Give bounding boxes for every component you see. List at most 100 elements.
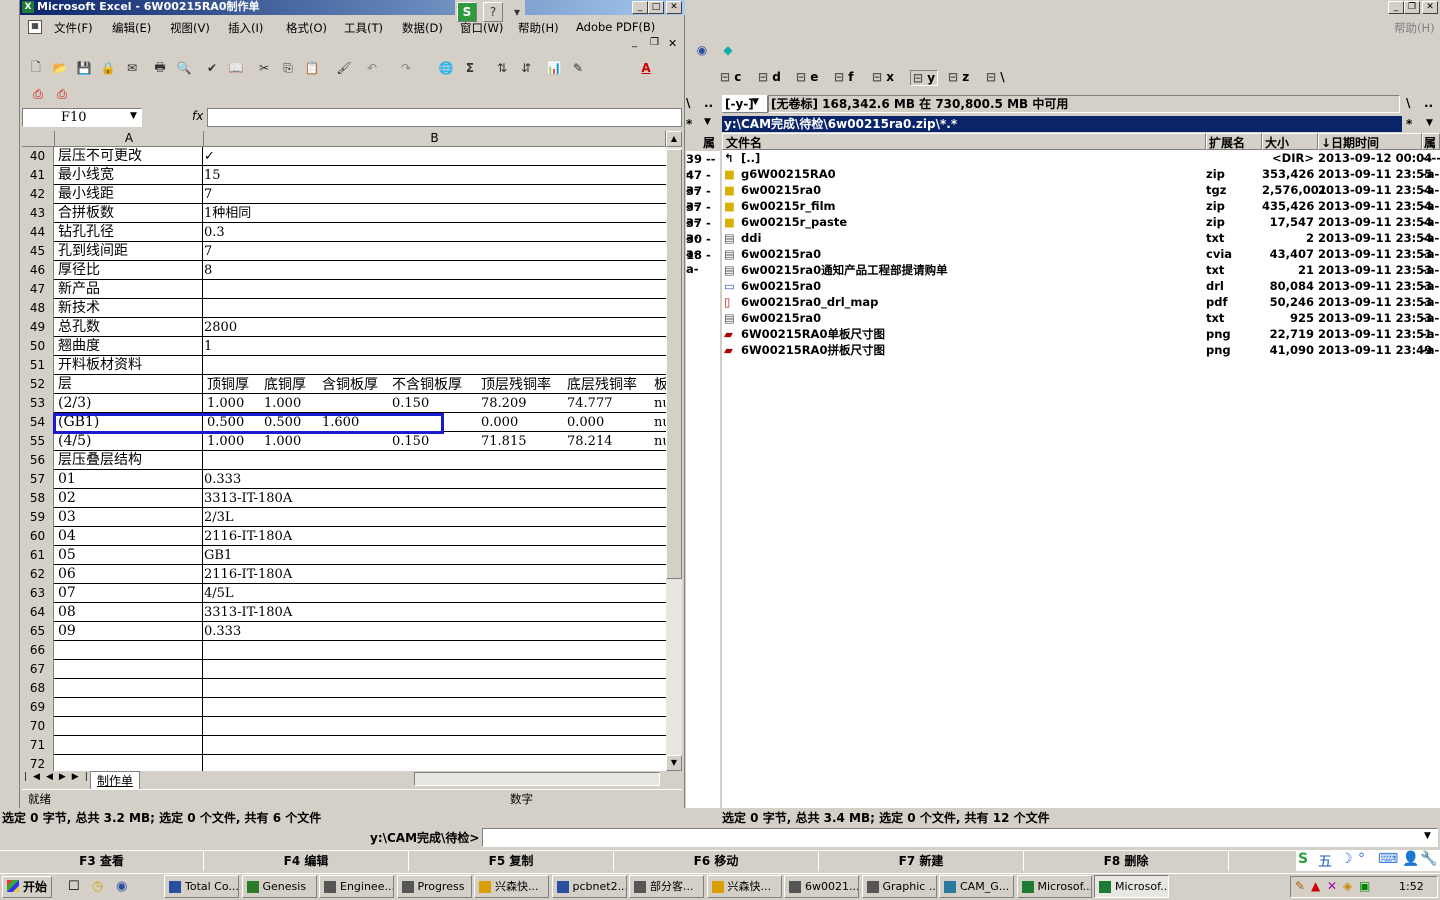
taskbar-button[interactable]: 兴森快... [706,875,782,898]
drive-button[interactable]: ⊟ e [796,70,818,84]
scroll-thumb[interactable] [666,149,682,579]
cell-b[interactable]: GB1 [204,546,666,565]
row-number[interactable]: 65 [22,622,54,641]
file-row[interactable]: ▤ 6w00215ra0通知产品工程部提请购单 txt 21 2013-09-11 23… [722,262,1440,278]
file-row[interactable]: ■ 6w00215r_film zip 435,426 2013-09-11 23:54… [722,198,1440,214]
minimize-button[interactable]: _ [632,1,648,14]
taskbar-button[interactable]: pcbnet2... [551,875,627,898]
cell-a[interactable] [55,679,203,698]
file-row[interactable]: ▰ 6W00215RA0拼板尺寸图 png 41,090 2013-09-11 23:4… [722,342,1440,358]
punct-icon[interactable]: ° [1358,851,1365,867]
cell-a[interactable]: 翘曲度 [55,337,203,356]
cell-a[interactable]: 07 [55,584,203,603]
select-all-corner[interactable] [22,131,55,147]
cell-b[interactable] [204,356,666,375]
left-root-button[interactable]: \ [686,96,690,110]
menu-data[interactable]: 数据(D) [402,20,443,36]
eraser-icon[interactable]: ◆ [718,40,738,60]
row-number[interactable]: 67 [22,660,54,679]
file-row[interactable]: ■ 6w00215r_paste zip 17,547 2013-09-11 23:54… [722,214,1440,230]
pdf-convert-icon[interactable]: ⎙ [28,84,48,104]
left-star[interactable]: * [686,117,692,131]
row-number[interactable]: 71 [22,736,54,755]
cell-b[interactable]: ✓ [204,147,666,166]
tray-network-icon[interactable]: ▣ [1359,879,1370,893]
tray-pen-icon[interactable]: ✎ [1295,879,1305,893]
show-desktop-icon[interactable]: ☐ [68,879,80,894]
row-number[interactable]: 40 [22,147,54,166]
row-number[interactable]: 68 [22,679,54,698]
file-row[interactable]: ▭ 6w00215ra0 drl 80,084 2013-09-11 23:53 -a- [722,278,1440,294]
cell-a[interactable]: 08 [55,603,203,622]
copy-icon[interactable]: ⎘ [278,58,298,78]
cell-a[interactable]: 总孔数 [55,318,203,337]
current-path[interactable]: y:\CAM完成\待检\6w00215ra0.zip\*.* [722,116,1402,132]
cell-b[interactable]: 7 [204,185,666,204]
tc-help-menu[interactable]: 帮助(H) [1394,20,1435,36]
cell-a[interactable]: 新技术 [55,299,203,318]
taskbar-button[interactable]: CAM_G... [939,875,1014,898]
cell-a[interactable]: 05 [55,546,203,565]
row-number[interactable]: 70 [22,717,54,736]
cell-b[interactable]: 4/5L [204,584,666,603]
cell-a[interactable] [55,641,203,660]
vertical-scrollbar[interactable]: ▲ ▼ [666,131,682,771]
tray-x-icon[interactable]: ✕ [1327,879,1337,893]
row-number[interactable]: 50 [22,337,54,356]
horizontal-scrollbar[interactable] [414,772,660,786]
name-box[interactable]: F10 [22,108,142,127]
cell-a[interactable]: 02 [55,489,203,508]
cell-a[interactable]: 层 [55,375,203,394]
cell-a[interactable]: 最小线距 [55,185,203,204]
row-number[interactable]: 51 [22,356,54,375]
taskbar-button[interactable]: Microsof... [1016,875,1092,898]
row-number[interactable]: 54 [22,413,54,432]
cell-b[interactable]: 0.3 [204,223,666,242]
cell-b[interactable]: 2116-IT-180A [204,527,666,546]
drive-button[interactable]: ⊟ z [948,70,969,84]
open-icon[interactable]: 📂 [50,58,70,78]
cell-a[interactable]: 最小线宽 [55,166,203,185]
taskbar-button[interactable]: 兴森快... [474,875,549,898]
file-row[interactable]: ▯ 6w00215ra0_drl_map pdf 50,246 2013-09-11 2… [722,294,1440,310]
cell-a[interactable]: 03 [55,508,203,527]
row-number[interactable]: 52 [22,375,54,394]
cell-b[interactable] [204,679,666,698]
cell-a[interactable]: 钻孔孔径 [55,223,203,242]
cell-a[interactable]: 06 [55,565,203,584]
command-dropdown-icon[interactable]: ▼ [1424,831,1431,841]
file-row[interactable]: ▤ 6w00215ra0 cvia 43,407 2013-09-11 23:53 -a- [722,246,1440,262]
doc-minimize-button[interactable]: _ [632,37,637,48]
sort-descending-icon[interactable]: ⇵ [516,58,536,78]
row-number[interactable]: 56 [22,451,54,470]
clock-app-icon[interactable]: ◷ [92,879,103,894]
permission-icon[interactable]: 🔒 [98,58,118,78]
cell-a[interactable]: (2/3) [55,394,203,413]
path-star[interactable]: * [1406,117,1412,131]
sort-ascending-icon[interactable]: ⇅ [492,58,512,78]
root-button[interactable]: \ [1406,96,1410,110]
redo-icon[interactable]: ↷ [396,58,416,78]
tc-close-button[interactable]: ✕ [1422,1,1438,14]
row-number[interactable]: 57 [22,470,54,489]
cell-a[interactable]: 01 [55,470,203,489]
cell-b[interactable]: 1.000 1.000 0.150 78.209 74.777 nu [204,394,666,413]
row-number[interactable]: 53 [22,394,54,413]
taskbar-button[interactable]: Progress [396,875,472,898]
research-icon[interactable]: 📖 [226,58,246,78]
cell-b[interactable]: 8 [204,261,666,280]
tray-triangle-icon[interactable]: ▲ [1311,879,1320,893]
path-history-icon[interactable]: ▼ [1426,118,1433,128]
cell-b[interactable]: 2116-IT-180A [204,565,666,584]
drive-select[interactable]: [-y-] [722,95,768,113]
row-number[interactable]: 46 [22,261,54,280]
row-number[interactable]: 44 [22,223,54,242]
menu-tools[interactable]: 工具(T) [344,20,383,36]
col-header-ext[interactable]: 扩展名 [1206,133,1262,150]
row-number[interactable]: 49 [22,318,54,337]
cell-b[interactable] [204,641,666,660]
cell-b[interactable]: 顶铜厚 底铜厚 含铜板厚 不含铜板厚 顶层残铜率 底层残铜率 板 [204,375,666,394]
taskbar-button[interactable]: Microsof... [1094,875,1169,898]
tab-nav-arrows-icon[interactable]: |◀◀▶▶| [24,772,94,782]
worksheet-grid[interactable]: A B 40 层压不可更改 ✓ 41 最小线宽 15 42 最小线距 7 43 合拼板数 1种相同 44… [22,131,666,774]
